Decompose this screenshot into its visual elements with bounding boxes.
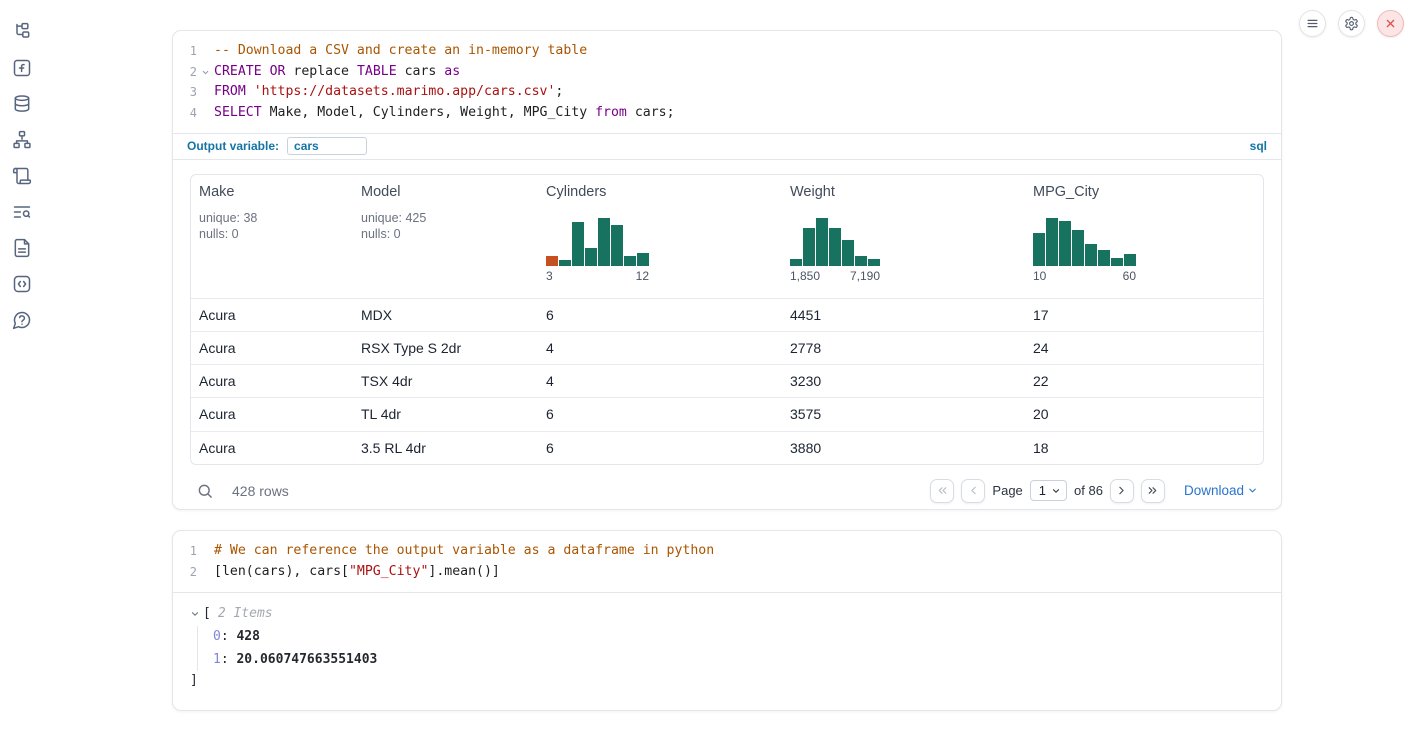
next-page-icon[interactable] [1110,479,1134,503]
code-snippet-icon[interactable] [12,274,32,294]
python-cell: 1 # We can reference the output variable… [172,530,1282,711]
cylinders-histogram[interactable]: 3 12 [546,216,649,283]
download-button[interactable]: Download [1184,483,1258,498]
mpg-city-histogram[interactable]: 10 60 [1033,216,1136,283]
nulls-stat: nulls: 0 [199,226,345,243]
document-icon[interactable] [12,238,32,258]
sql-string: 'https://datasets.marimo.app/cars.csv' [254,84,556,99]
sql-keyword: SELECT [214,105,262,120]
open-bracket: [ [203,606,211,621]
page-total-label: of 86 [1074,483,1103,498]
hist-min-label: 10 [1033,269,1046,283]
page-label: Page [992,483,1022,498]
python-string: "MPG_City" [349,564,428,579]
table-row[interactable]: Acura RSX Type S 2dr 4 2778 24 [191,331,1263,364]
close-bracket: ] [190,671,1281,691]
code-line: 1 -- Download a CSV and create an in-mem… [173,41,1281,62]
python-comment: # We can reference the output variable a… [214,543,714,558]
first-page-icon[interactable] [930,479,954,503]
code-line: 1 # We can reference the output variable… [173,541,1281,562]
item-value: 428 [236,629,259,644]
output-variable-input[interactable] [287,137,367,155]
search-icon[interactable] [196,482,214,500]
code-line: 2 CREATE OR replace TABLE cars as [173,62,1281,83]
file-tree-icon[interactable] [12,22,32,42]
output-variable-label: Output variable: [187,139,279,153]
python-output-tree: [ 2 Items 0: 428 1: 20.060747663551403 ] [173,593,1281,691]
database-icon[interactable] [12,94,32,114]
dependency-graph-icon[interactable] [12,130,32,150]
hist-max-label: 12 [636,269,649,283]
table-row[interactable]: Acura 3.5 RL 4dr 6 3880 18 [191,431,1263,464]
sql-comment: -- Download a CSV and create an in-memor… [214,43,587,58]
code-line: 4 SELECT Make, Model, Cylinders, Weight,… [173,103,1281,124]
scroll-icon[interactable] [12,166,32,186]
sidebar [0,0,44,729]
item-value: 20.060747663551403 [236,652,377,667]
table-header-row: Make unique: 38 nulls: 0 Model unique: 4… [191,175,1263,298]
weight-histogram[interactable]: 1,850 7,190 [790,216,880,283]
hist-min-label: 3 [546,269,553,283]
close-icon[interactable] [1377,10,1404,37]
code-line: 2 [len(cars), cars["MPG_City"].mean()] [173,562,1281,583]
output-variable-bar: Output variable: sql [173,133,1281,160]
list-item: 0: 428 [213,626,1281,649]
item-index: 1 [213,652,221,667]
table-footer: 428 rows Page 1 of 86 [190,465,1264,503]
settings-gear-icon[interactable] [1338,10,1365,37]
unique-stat: unique: 425 [361,210,530,227]
sql-output: Make unique: 38 nulls: 0 Model unique: 4… [173,160,1281,503]
line-number: 3 [173,82,197,103]
function-square-icon[interactable] [12,58,32,78]
sql-keyword: as [444,64,460,79]
line-number: 4 [173,103,197,124]
sql-code-editor[interactable]: 1 -- Download a CSV and create an in-mem… [173,31,1281,133]
sql-keyword: FROM [214,84,246,99]
menu-icon[interactable] [1299,10,1326,37]
result-table: Make unique: 38 nulls: 0 Model unique: 4… [190,174,1264,465]
unique-stat: unique: 38 [199,210,345,227]
log-search-icon[interactable] [12,202,32,222]
help-icon[interactable] [12,310,32,330]
code-line: 3 FROM 'https://datasets.marimo.app/cars… [173,82,1281,103]
table-row[interactable]: Acura TL 4dr 6 3575 20 [191,397,1263,430]
pagination: Page 1 of 86 Download [930,479,1258,503]
list-item: 1: 20.060747663551403 [213,649,1281,672]
chevron-down-icon [1051,486,1061,496]
last-page-icon[interactable] [1141,479,1165,503]
hist-max-label: 7,190 [850,269,880,283]
table-row[interactable]: Acura MDX 6 4451 17 [191,298,1263,331]
hist-min-label: 1,850 [790,269,820,283]
column-header-model[interactable]: Model unique: 425 nulls: 0 [353,175,538,298]
sql-cell: 1 -- Download a CSV and create an in-mem… [172,30,1282,510]
fold-chevron-icon[interactable] [197,62,214,77]
column-header-mpg-city[interactable]: MPG_City 10 60 [1025,175,1263,298]
prev-page-icon[interactable] [961,479,985,503]
collapse-chevron-icon[interactable] [190,609,200,619]
page-select[interactable]: 1 [1030,480,1067,501]
notebook-controls [1299,10,1404,37]
column-header-cylinders[interactable]: Cylinders 3 12 [538,175,782,298]
line-number: 1 [173,541,197,562]
line-number: 2 [173,562,197,583]
sql-keyword: CREATE [214,64,262,79]
row-count: 428 rows [232,483,289,499]
nulls-stat: nulls: 0 [361,226,530,243]
sql-keyword: from [595,105,627,120]
item-index: 0 [213,629,221,644]
python-code-editor[interactable]: 1 # We can reference the output variable… [173,531,1281,593]
items-count-label: 2 Items [218,606,273,621]
line-number: 1 [173,41,197,62]
hist-max-label: 60 [1123,269,1136,283]
chevron-down-icon [1247,485,1258,496]
column-header-make[interactable]: Make unique: 38 nulls: 0 [191,175,353,298]
sql-keyword: TABLE [357,64,397,79]
line-number: 2 [173,62,197,83]
table-row[interactable]: Acura TSX 4dr 4 3230 22 [191,364,1263,397]
sql-keyword: OR [270,64,286,79]
language-badge: sql [1250,139,1267,153]
column-header-weight[interactable]: Weight 1,850 7,190 [782,175,1025,298]
